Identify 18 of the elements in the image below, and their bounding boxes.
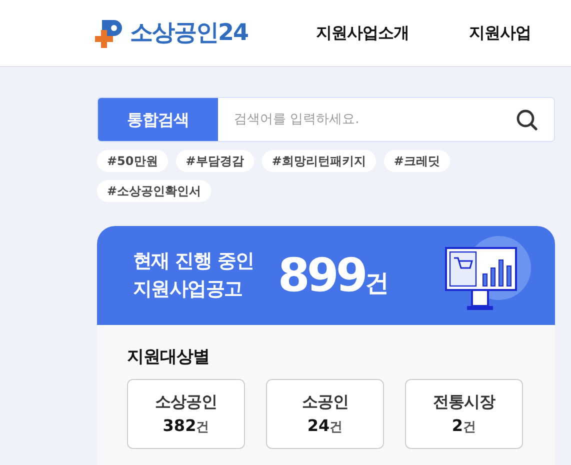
hashtag-chip[interactable]: #희망리턴패키지 — [262, 150, 376, 172]
hashtag-chip[interactable]: #50만원 — [97, 150, 168, 172]
summary-text: 지원사업공고 — [133, 276, 244, 302]
nav-link[interactable]: 지원사업 — [469, 21, 532, 45]
target-category-button[interactable]: 소공인 24건 — [266, 378, 384, 448]
logo-text[interactable]: 소상공인24 — [130, 16, 248, 50]
hashtag-chip[interactable]: #부담경감 — [176, 150, 254, 172]
search-category-button[interactable]: 통합검색 — [98, 98, 218, 141]
search-field[interactable]: 통합검색 검색어를 입력하세요. — [97, 97, 555, 142]
hashtag-chip[interactable]: #소상공인확인서 — [97, 180, 212, 202]
summary-text: 현재 진행 중인 — [133, 248, 254, 274]
search-icon[interactable] — [516, 108, 538, 130]
announcement-count: 899건 — [278, 247, 389, 304]
section-title: 지원대상별 — [127, 346, 210, 369]
nav-link[interactable]: 지원사업소개 — [316, 21, 410, 45]
hashtag-chip[interactable]: #크레딧 — [384, 150, 450, 172]
target-category-button[interactable]: 소상공인 382건 — [127, 378, 245, 448]
target-category-button[interactable]: 전통시장 2건 — [405, 378, 523, 448]
